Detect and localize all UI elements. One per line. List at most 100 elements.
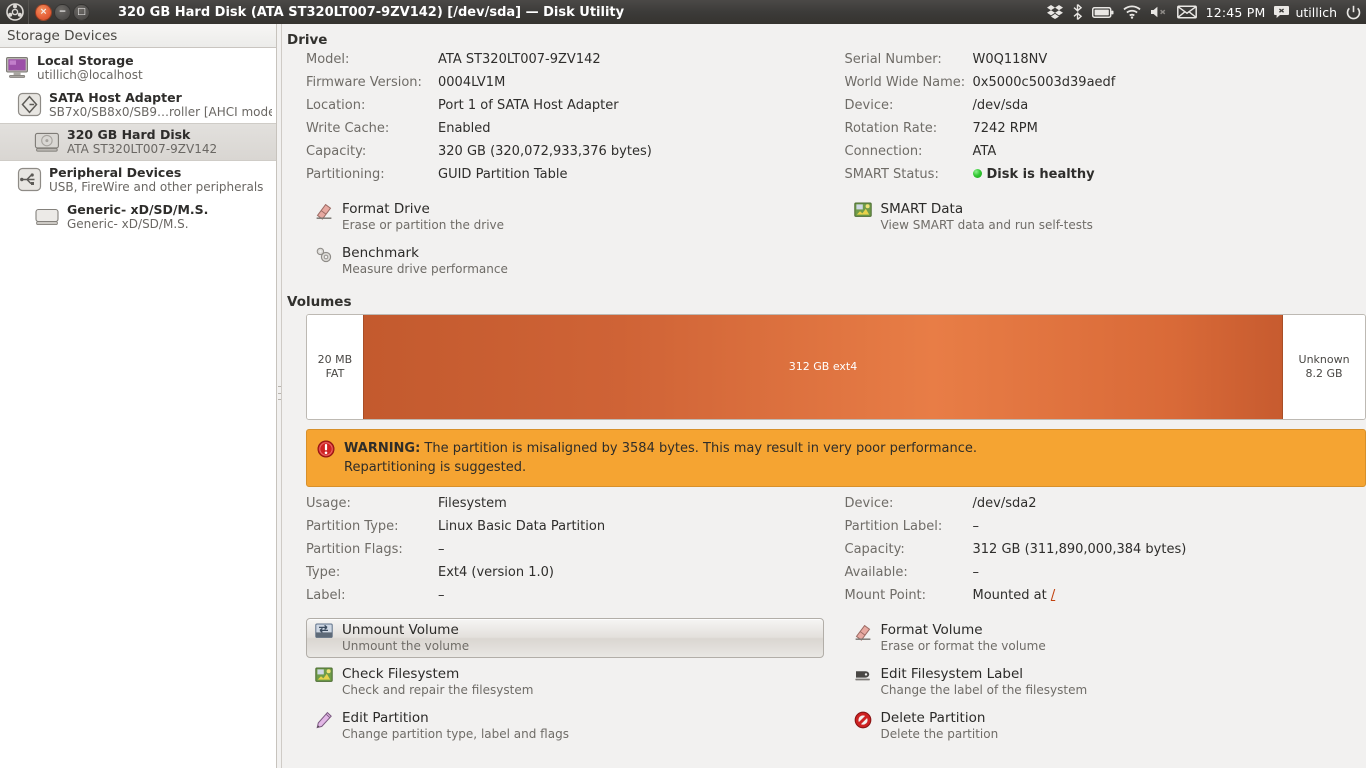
format-drive-button[interactable]: Format Drive Erase or partition the driv… — [306, 197, 824, 237]
drive-properties-left: Model: ATA ST320LT007-9ZV142 Firmware Ve… — [287, 52, 824, 190]
property-label: Write Cache: — [306, 121, 390, 136]
mail-icon[interactable] — [1176, 5, 1197, 19]
mount-point-row: Mount Point: Mounted at / — [845, 588, 1361, 611]
partition-label: 20 MB FAT — [317, 353, 353, 380]
sidebar-item-subtitle: Generic- xD/SD/M.S. — [67, 216, 189, 231]
partition-segment-unknown[interactable]: Unknown 8.2 GB — [1283, 315, 1365, 419]
property-value: 0x5000c5003d39aedf — [972, 75, 1116, 90]
sidebar-item-320-gb-hard-disk[interactable]: 320 GB Hard Disk ATA ST320LT007-9ZV142 — [0, 123, 276, 161]
property-value: Ext4 (version 1.0) — [438, 565, 554, 580]
edit-partition-button[interactable]: Edit Partition Change partition type, la… — [306, 706, 824, 746]
dropbox-icon[interactable] — [1046, 5, 1063, 19]
property-row: Partitioning: GUID Partition Table — [306, 167, 824, 190]
volume-actions-left: Unmount Volume Unmount the volume Check … — [287, 618, 824, 750]
smart-data-button[interactable]: SMART Data View SMART data and run self-… — [845, 197, 1361, 237]
window-minimize-button[interactable]: − — [54, 3, 71, 21]
power-icon[interactable] — [1346, 5, 1361, 20]
action-title: Delete Partition — [880, 710, 986, 726]
sidebar-item-sata-host-adapter[interactable]: SATA Host Adapter SB7x0/SB8x0/SB9…roller… — [0, 86, 276, 123]
property-label: Mount Point: — [844, 588, 927, 603]
wifi-icon[interactable] — [1122, 5, 1141, 19]
volume-muted-icon[interactable] — [1150, 5, 1168, 19]
benchmark-button[interactable]: Benchmark Measure drive performance — [306, 241, 824, 281]
chart-icon — [852, 201, 874, 221]
drive-icon — [34, 204, 60, 230]
property-label: Partitioning: — [306, 167, 385, 182]
app-body: Storage Devices Local Storage utillich@l… — [0, 24, 1366, 768]
volumes-section-title: Volumes — [287, 294, 352, 310]
property-label: SMART Status: — [844, 167, 939, 182]
sidebar-item-subtitle: ATA ST320LT007-9ZV142 — [67, 142, 218, 156]
tray-clock[interactable]: 12:45 PM — [1206, 5, 1266, 20]
sidebar-item-local-storage[interactable]: Local Storage utillich@localhost — [0, 49, 276, 86]
bluetooth-icon[interactable] — [1072, 4, 1083, 20]
main-content: Drive Model: ATA ST320LT007-9ZV142 Firmw… — [282, 24, 1366, 768]
window-maximize-button[interactable]: □ — [73, 3, 90, 21]
action-subtitle: View SMART data and run self-tests — [880, 218, 1093, 232]
chip-icon — [16, 92, 42, 118]
property-label: Capacity: — [844, 542, 905, 557]
action-title: SMART Data — [880, 201, 964, 217]
property-row: World Wide Name: 0x5000c5003d39aedf — [845, 75, 1361, 98]
ubuntu-logo-icon[interactable] — [4, 1, 26, 23]
property-label: Location: — [306, 98, 366, 113]
storage-devices-sidebar: Storage Devices Local Storage utillich@l… — [0, 24, 277, 768]
sidebar-item-title: Local Storage — [37, 52, 134, 68]
property-value: Port 1 of SATA Host Adapter — [438, 98, 619, 113]
check-filesystem-button[interactable]: Check Filesystem Check and repair the fi… — [306, 662, 824, 702]
property-row: Device: /dev/sda2 — [845, 496, 1361, 519]
volumes-bar: 20 MB FAT 312 GB ext4 Unknown 8.2 GB — [306, 314, 1366, 420]
minimize-icon: − — [58, 6, 67, 17]
property-label: Partition Label: — [844, 519, 943, 534]
partition-segment-fat[interactable]: 20 MB FAT — [307, 315, 363, 419]
delete-partition-button[interactable]: Delete Partition Delete the partition — [845, 706, 1361, 746]
action-subtitle: Measure drive performance — [342, 262, 508, 276]
window-controls: × − □ — [35, 3, 90, 21]
drive-properties: Model: ATA ST320LT007-9ZV142 Firmware Ve… — [287, 52, 1360, 190]
partition-sublabel: 8.2 GB — [1305, 367, 1343, 380]
eraser-icon — [313, 201, 335, 221]
user-menu[interactable]: utillich — [1274, 5, 1337, 20]
status-dot-icon — [972, 169, 982, 178]
edit-filesystem-label-button[interactable]: Edit Filesystem Label Change the label o… — [845, 662, 1361, 702]
warning-prefix: WARNING: — [344, 441, 421, 456]
property-value: – — [972, 565, 980, 580]
property-value: /dev/sda — [972, 98, 1029, 113]
property-row: Rotation Rate: 7242 RPM — [845, 121, 1361, 144]
format-volume-button[interactable]: Format Volume Erase or format the volume — [845, 618, 1361, 658]
property-row: Connection: ATA — [845, 144, 1361, 167]
sidebar-item-generic-xd-sd-ms[interactable]: Generic- xD/SD/M.S. Generic- xD/SD/M.S. — [0, 198, 276, 235]
sidebar-item-subtitle: USB, FireWire and other peripherals — [49, 179, 264, 194]
property-label: Serial Number: — [844, 52, 942, 67]
property-label: Partition Flags: — [306, 542, 403, 557]
partition-label: Unknown — [1298, 353, 1350, 366]
partition-label: 312 GB ext4 — [788, 360, 858, 373]
unmount-volume-button[interactable]: Unmount Volume Unmount the volume — [306, 618, 824, 658]
property-row: Device: /dev/sda — [845, 98, 1361, 121]
property-label: Capacity: — [306, 144, 367, 159]
property-row: Partition Label: – — [845, 519, 1361, 542]
property-row: Usage: Filesystem — [306, 496, 824, 519]
window-close-button[interactable]: × — [35, 3, 52, 21]
tag-icon — [852, 666, 874, 686]
property-row: Label: – — [306, 588, 824, 611]
battery-icon[interactable] — [1091, 6, 1114, 19]
smart-status-row: SMART Status: Disk is healthy — [845, 167, 1361, 190]
partition-segment-ext4[interactable]: 312 GB ext4 — [362, 315, 1284, 419]
property-row: Model: ATA ST320LT007-9ZV142 — [306, 52, 824, 75]
user-status-icon — [1274, 5, 1290, 19]
window-titlebar: × − □ 320 GB Hard Disk (ATA ST320LT007-9… — [0, 0, 1366, 24]
action-title: Check Filesystem — [342, 666, 460, 682]
sidebar-item-title: Peripheral Devices — [49, 164, 182, 180]
action-subtitle: Delete the partition — [880, 727, 999, 741]
property-label: Device: — [844, 98, 894, 113]
harddisk-icon — [34, 129, 60, 155]
error-icon — [317, 440, 335, 458]
property-label: Partition Type: — [306, 519, 399, 534]
property-value: Mounted at / — [973, 588, 1056, 603]
sidebar-item-peripheral-devices[interactable]: Peripheral Devices USB, FireWire and oth… — [0, 161, 276, 198]
mount-point-link[interactable]: / — [1051, 588, 1055, 603]
property-label: Label: — [306, 588, 346, 603]
property-row: Write Cache: Enabled — [306, 121, 824, 144]
property-row: Type: Ext4 (version 1.0) — [306, 565, 824, 588]
